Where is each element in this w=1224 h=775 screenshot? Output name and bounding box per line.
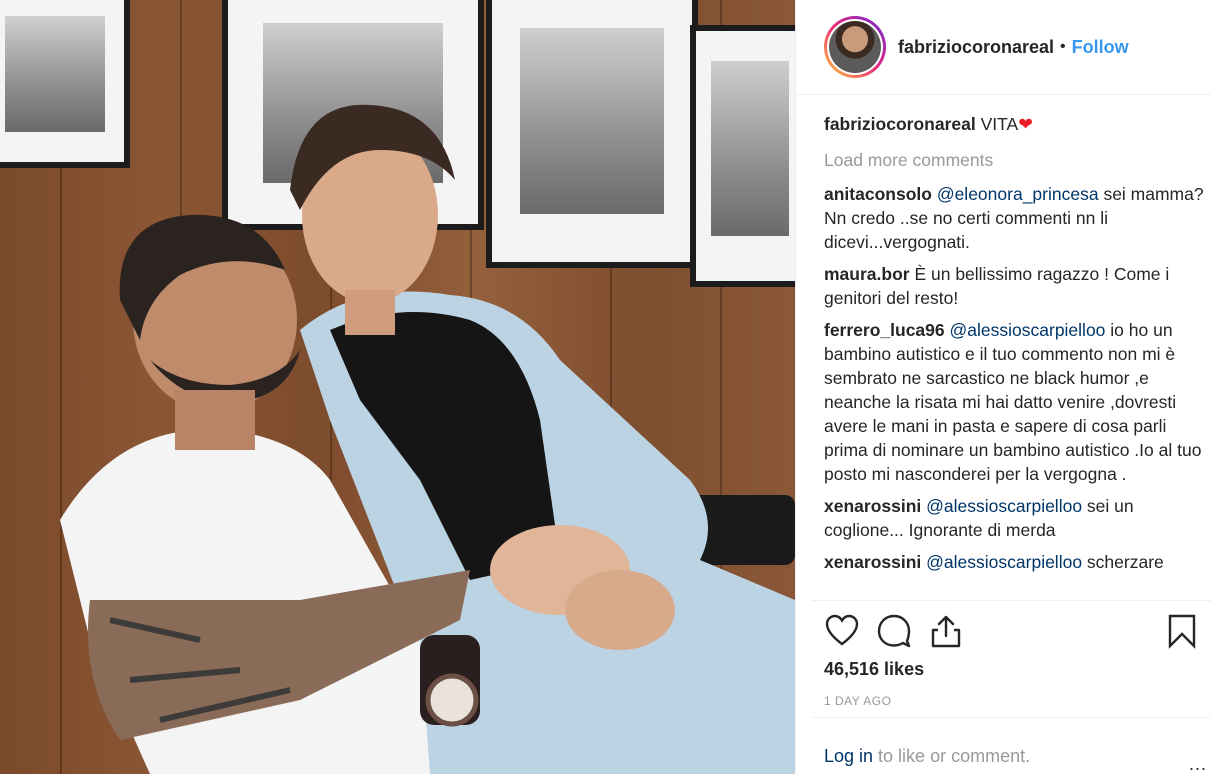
likes-count[interactable]: 46,516 likes bbox=[824, 659, 924, 680]
comment-item: xenarossini @alessioscarpielloo scherzar… bbox=[824, 550, 1208, 574]
heart-emoji-icon: ❤ bbox=[1018, 114, 1033, 134]
post-header: fabriziocoronareal • Follow bbox=[796, 0, 1211, 95]
post-modal: fabriziocoronareal • Follow fabriziocoro… bbox=[0, 0, 1224, 774]
comment-username[interactable]: anitaconsolo bbox=[824, 184, 932, 204]
comment-item: maura.bor È un bellissimo ragazzo ! Come… bbox=[824, 262, 1208, 310]
login-link[interactable]: Log in bbox=[824, 746, 873, 766]
comment-mention[interactable]: @alessioscarpielloo bbox=[950, 320, 1106, 340]
bookmark-icon[interactable] bbox=[1164, 613, 1200, 649]
comment-username[interactable]: xenarossini bbox=[824, 552, 921, 572]
people-illustration bbox=[60, 104, 795, 774]
separator-dot: • bbox=[1060, 38, 1066, 55]
heart-icon[interactable] bbox=[824, 613, 860, 649]
comment-icon[interactable] bbox=[876, 613, 912, 649]
comment-username[interactable]: xenarossini bbox=[824, 496, 921, 516]
comment-mention[interactable]: @alessioscarpielloo bbox=[926, 552, 1082, 572]
comment-item: anitaconsolo @eleonora_princesa sei mamm… bbox=[824, 182, 1208, 254]
comment-text: io ho un bambino autistico e il tuo comm… bbox=[824, 320, 1202, 484]
caption-username[interactable]: fabriziocoronareal bbox=[824, 114, 976, 134]
header-username[interactable]: fabriziocoronareal bbox=[898, 37, 1054, 58]
comment-username[interactable]: maura.bor bbox=[824, 264, 910, 284]
comment-text: scherzare bbox=[1082, 552, 1164, 572]
share-icon[interactable] bbox=[928, 613, 964, 649]
caption-text: VITA bbox=[980, 114, 1019, 134]
comment-username[interactable]: ferrero_luca96 bbox=[824, 320, 945, 340]
login-prompt: Log in to like or comment. bbox=[824, 746, 1030, 767]
avatar[interactable] bbox=[824, 16, 886, 78]
comments-list: fabriziocoronareal VITA❤ Load more comme… bbox=[824, 112, 1208, 582]
login-prompt-text: to like or comment. bbox=[873, 746, 1031, 766]
post-sidebar: fabriziocoronareal • Follow fabriziocoro… bbox=[795, 0, 1224, 774]
avatar-image bbox=[829, 21, 881, 73]
comment-item: ferrero_luca96 @alessioscarpielloo io ho… bbox=[824, 318, 1208, 486]
caption: fabriziocoronareal VITA❤ bbox=[824, 112, 1208, 136]
login-bar: Log in to like or comment. ... bbox=[812, 717, 1211, 775]
more-options-icon[interactable]: ... bbox=[1189, 754, 1207, 775]
post-photo[interactable] bbox=[0, 0, 795, 774]
action-bar bbox=[812, 600, 1211, 659]
load-more-comments-button[interactable]: Load more comments bbox=[824, 148, 1208, 172]
comment-mention[interactable]: @eleonora_princesa bbox=[937, 184, 1099, 204]
comment-mention[interactable]: @alessioscarpielloo bbox=[926, 496, 1082, 516]
comment-item: xenarossini @alessioscarpielloo sei un c… bbox=[824, 494, 1208, 542]
follow-button[interactable]: Follow bbox=[1072, 37, 1129, 58]
post-timestamp[interactable]: 1 DAY AGO bbox=[824, 694, 891, 708]
